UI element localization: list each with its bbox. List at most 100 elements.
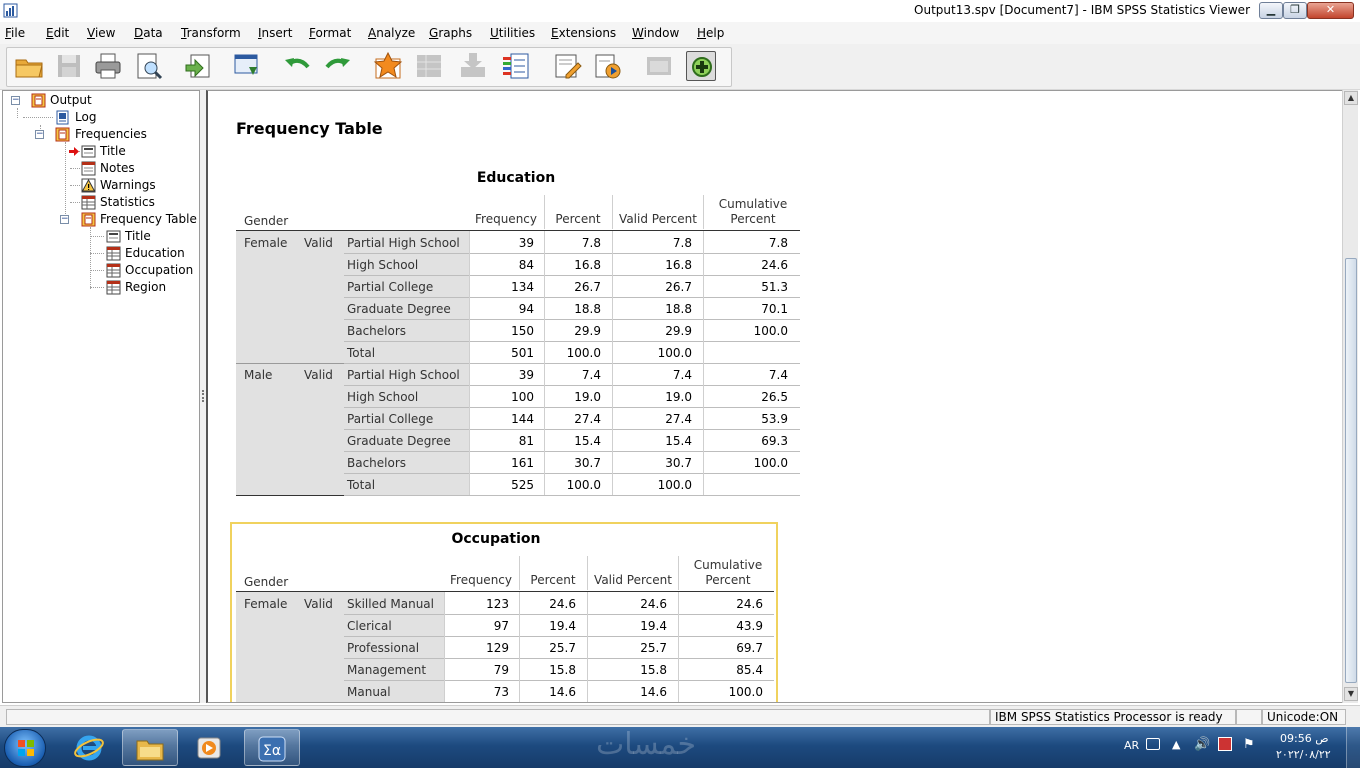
valid-percent-cell: 16.8	[665, 258, 692, 272]
occupation-frequency-table[interactable]: Occupation Gender Frequency Percent Vali…	[236, 523, 776, 702]
frequency-cell: 39	[518, 368, 534, 382]
category-label: Partial College	[347, 412, 434, 426]
outline-node-warnings[interactable]: Warnings	[3, 177, 193, 194]
menu-extensions[interactable]: Extensions	[551, 26, 616, 40]
outline-node-frequency-table[interactable]: − Frequency Table	[3, 211, 199, 228]
clock-date[interactable]: ٢٠٢٢/٠٨/٢٢	[1276, 748, 1331, 761]
category-label: High School	[347, 390, 419, 404]
maximize-button[interactable]: ❐	[1283, 2, 1307, 19]
outline-node-title[interactable]: Title	[3, 143, 193, 160]
variables-icon[interactable]	[501, 51, 531, 81]
minimize-button[interactable]: ▁	[1259, 2, 1283, 19]
frequency-cell: 129	[486, 641, 509, 655]
header-frequency: Frequency	[475, 212, 537, 226]
run-script-icon[interactable]	[592, 51, 622, 81]
category-label: Bachelors	[347, 324, 407, 338]
outline-node-frequency-table-title[interactable]: Title	[3, 228, 193, 245]
collapse-toggle[interactable]: −	[11, 96, 20, 105]
percent-cell: 18.8	[574, 302, 601, 316]
splitter-grip-icon[interactable]	[202, 390, 204, 402]
show-hidden-icons-icon[interactable]: ▲	[1172, 738, 1180, 751]
language-indicator[interactable]: AR	[1124, 739, 1139, 752]
show-desktop-button[interactable]	[1346, 727, 1360, 768]
save-icon[interactable]	[54, 51, 84, 81]
start-button[interactable]	[4, 729, 46, 767]
redo-icon[interactable]	[323, 51, 353, 81]
clock-time[interactable]: 09:56 ص	[1280, 732, 1329, 745]
outline-node-education[interactable]: Education	[3, 245, 193, 262]
outline-node-statistics[interactable]: Statistics	[3, 194, 193, 211]
valid-percent-cell: 26.7	[665, 280, 692, 294]
cumulative-percent-cell: 26.5	[761, 390, 788, 404]
go-to-data-icon[interactable]	[373, 51, 403, 81]
menu-utilities[interactable]: Utilities	[490, 26, 535, 40]
collapse-toggle[interactable]: −	[35, 130, 44, 139]
volume-icon[interactable]: 🔊	[1194, 737, 1210, 752]
collapse-toggle[interactable]: −	[60, 215, 69, 224]
taskbar-file-explorer[interactable]	[122, 729, 178, 766]
cumulative-percent-cell: 53.9	[761, 412, 788, 426]
export-icon[interactable]	[183, 51, 213, 81]
print-icon[interactable]	[93, 51, 123, 81]
outline-label-frequencies: Frequencies	[75, 127, 147, 141]
internet-explorer-icon	[74, 735, 104, 761]
add-extension-icon[interactable]	[686, 51, 716, 81]
outline-node-occupation[interactable]: Occupation	[3, 262, 193, 279]
scroll-down-icon[interactable]: ▼	[1344, 687, 1358, 701]
percent-cell: 14.6	[549, 685, 576, 699]
valid-percent-cell: 100.0	[657, 478, 692, 492]
menu-edit[interactable]: Edit	[46, 26, 69, 40]
outline-node-output[interactable]: − Output	[3, 92, 193, 109]
header-cumulative: Cumulative	[693, 558, 763, 572]
menu-data[interactable]: Data	[134, 26, 163, 40]
category-label: High School	[347, 258, 419, 272]
percent-cell: 29.9	[574, 324, 601, 338]
outline-node-frequencies[interactable]: − Frequencies	[3, 126, 193, 143]
menu-transform[interactable]: Transform	[181, 26, 241, 40]
menu-analyze[interactable]: Analyze	[368, 26, 415, 40]
scroll-up-icon[interactable]: ▲	[1344, 91, 1358, 105]
outline-label-title: Title	[100, 144, 126, 158]
category-label: Management	[347, 663, 427, 677]
menu-file[interactable]: File	[5, 26, 25, 40]
education-frequency-table[interactable]: Education Gender Frequency Percent Valid…	[236, 161, 802, 501]
outline-pane[interactable]: − Output Log − Frequencies Title Notes W…	[2, 90, 200, 703]
designate-window-icon[interactable]	[644, 51, 674, 81]
header-cumulative-percent: Percent	[705, 573, 751, 587]
menu-graphs[interactable]: Graphs	[429, 26, 472, 40]
action-center-icon[interactable]	[1218, 737, 1232, 751]
scrollbar-thumb[interactable]	[1345, 258, 1357, 683]
recall-dialog-icon[interactable]	[232, 51, 262, 81]
vertical-scrollbar[interactable]: ▲ ▼	[1342, 90, 1358, 703]
taskbar-spss[interactable]: Σα	[244, 729, 300, 766]
keyboard-icon[interactable]	[1146, 738, 1160, 750]
taskbar-media-player[interactable]	[182, 729, 238, 766]
spss-app-icon[interactable]	[3, 3, 18, 18]
valid-label: Valid	[304, 368, 333, 382]
create-script-icon[interactable]	[552, 51, 582, 81]
notes-icon	[81, 161, 96, 176]
menu-insert[interactable]: Insert	[258, 26, 292, 40]
cumulative-percent-cell: 69.3	[761, 434, 788, 448]
output-content-pane[interactable]: Frequency Table Education Gender Frequen…	[206, 90, 1342, 703]
outline-node-log[interactable]: Log	[3, 109, 193, 126]
network-flag-icon[interactable]: ⚑	[1243, 737, 1255, 752]
outline-label-occupation: Occupation	[125, 263, 194, 277]
go-to-case-icon[interactable]	[414, 51, 444, 81]
go-to-variable-icon[interactable]	[458, 51, 488, 81]
category-label: Graduate Degree	[347, 302, 451, 316]
outline-node-notes[interactable]: Notes	[3, 160, 193, 177]
percent-cell: 15.8	[549, 663, 576, 677]
taskbar-internet-explorer[interactable]	[62, 729, 118, 766]
outline-node-region[interactable]: Region	[3, 279, 193, 296]
close-button[interactable]: ✕	[1307, 2, 1354, 19]
open-folder-icon[interactable]	[14, 51, 44, 81]
undo-icon[interactable]	[282, 51, 312, 81]
title-bar[interactable]: Output13.spv [Document7] - IBM SPSS Stat…	[0, 0, 1360, 22]
menu-view[interactable]: View	[87, 26, 115, 40]
log-icon	[56, 110, 69, 125]
print-preview-icon[interactable]	[134, 51, 164, 81]
menu-format[interactable]: Format	[309, 26, 351, 40]
menu-help[interactable]: Help	[697, 26, 724, 40]
menu-window[interactable]: Window	[632, 26, 679, 40]
